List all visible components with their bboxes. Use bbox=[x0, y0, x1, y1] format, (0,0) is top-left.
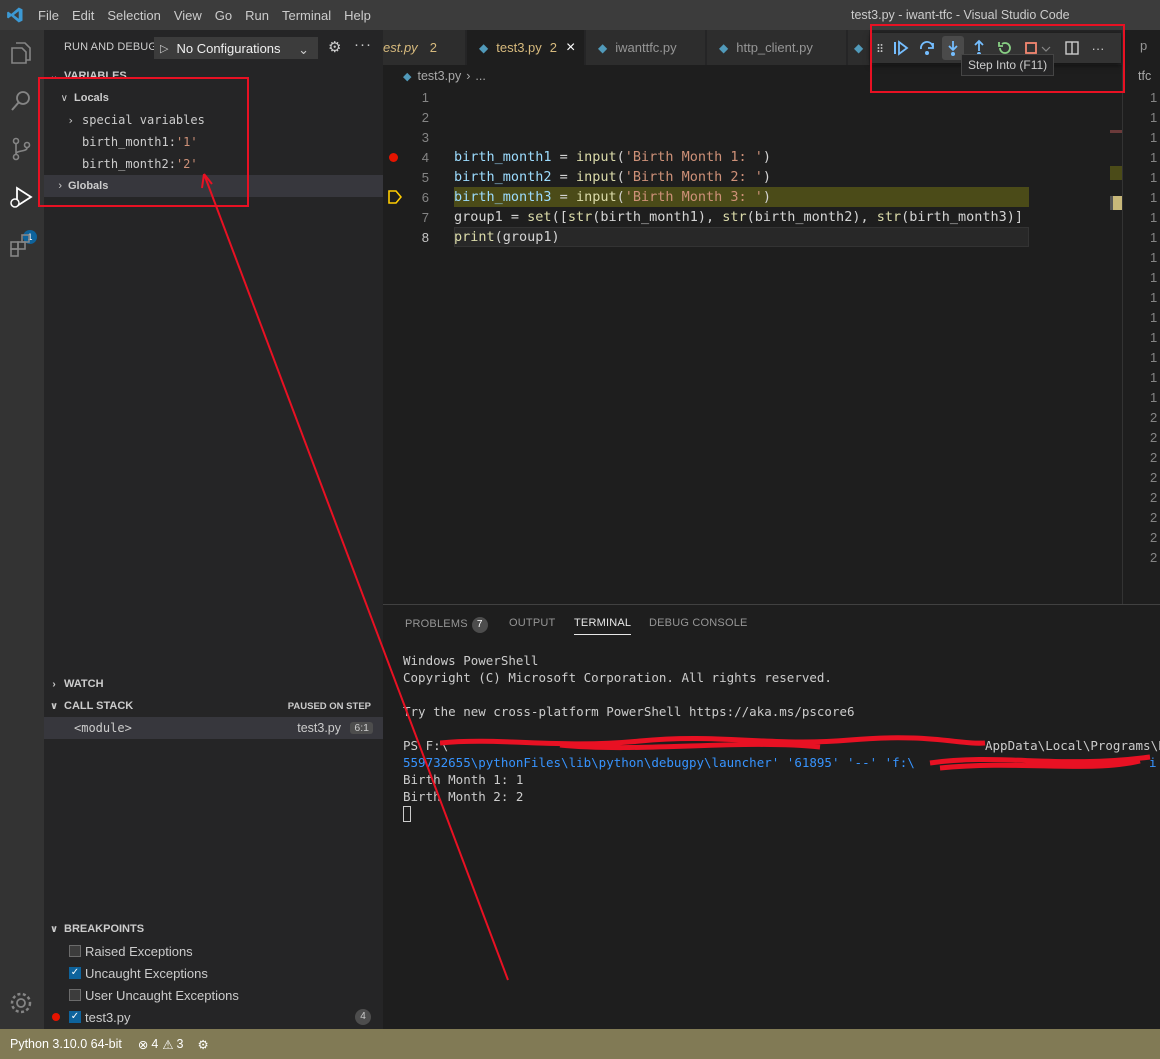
annotation-arrow bbox=[201, 173, 509, 981]
